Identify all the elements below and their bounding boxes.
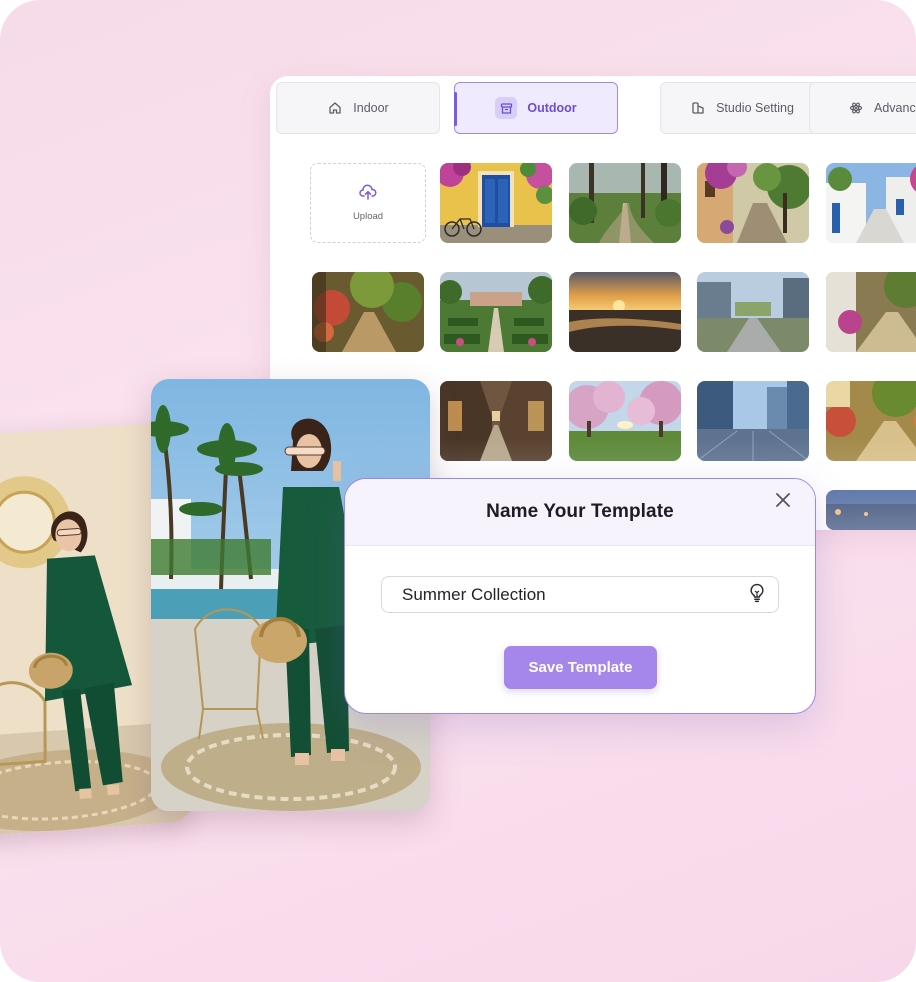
scene-thumbnail-greek-alley[interactable]	[826, 163, 916, 243]
tab-advanced[interactable]: Advanc	[809, 82, 916, 134]
tab-studio-setting[interactable]: Studio Setting	[660, 82, 824, 134]
close-icon	[775, 492, 791, 513]
tab-label: Advanc	[874, 101, 916, 115]
archive-box-icon	[495, 97, 518, 119]
canvas-background: Indoor Outdoor Studio Setting Advanc Upl…	[0, 0, 916, 982]
scene-thumbnail-sunset-beach[interactable]	[569, 272, 681, 352]
scene-thumbnail-stone-path[interactable]	[826, 272, 916, 352]
tab-outdoor[interactable]: Outdoor	[454, 82, 618, 134]
scene-thumbnail-formal-garden[interactable]	[440, 272, 552, 352]
suggest-name-button[interactable]	[745, 583, 769, 607]
atom-icon	[848, 100, 864, 116]
scene-thumbnail-forest-path[interactable]	[569, 163, 681, 243]
upload-label: Upload	[352, 211, 384, 222]
name-template-dialog: Name Your Template Save Template	[344, 478, 816, 714]
studio-icon	[690, 100, 706, 116]
scene-thumbnail-village-street[interactable]	[697, 163, 809, 243]
lightbulb-icon	[749, 583, 765, 608]
tab-indoor[interactable]: Indoor	[276, 82, 440, 134]
close-button[interactable]	[771, 490, 795, 514]
home-icon	[327, 100, 343, 116]
upload-cloud-icon	[359, 184, 377, 203]
dialog-header: Name Your Template	[345, 479, 815, 546]
tab-label: Outdoor	[527, 101, 577, 115]
save-template-button[interactable]: Save Template	[504, 646, 657, 689]
upload-button[interactable]: Upload	[310, 163, 426, 243]
template-name-input[interactable]	[381, 576, 779, 613]
tab-label: Indoor	[353, 101, 389, 115]
tab-label: Studio Setting	[716, 101, 794, 115]
scene-thumbnail-modern-plaza[interactable]	[697, 272, 809, 352]
scene-category-tabs: Indoor Outdoor Studio Setting Advanc	[276, 82, 916, 134]
scene-thumbnail-yellow-door[interactable]	[440, 163, 552, 243]
dialog-title: Name Your Template	[486, 501, 674, 522]
scene-thumbnail-garden-arcade[interactable]	[312, 272, 424, 352]
